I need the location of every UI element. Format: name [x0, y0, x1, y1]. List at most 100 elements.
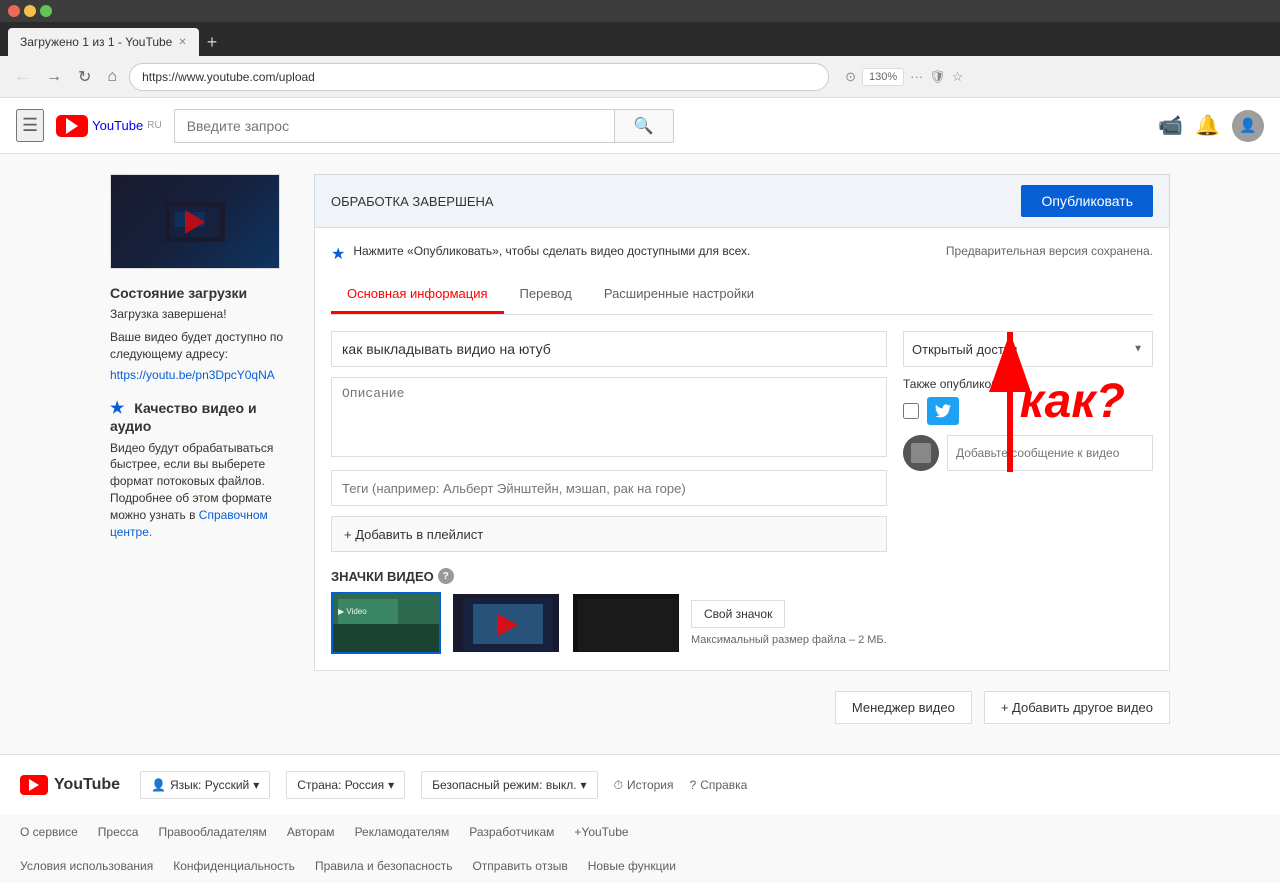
add-video-button[interactable]: + Добавить другое видео: [984, 691, 1170, 724]
address-icons: ⊙ 130% ··· 🛡 ☆: [845, 68, 963, 86]
quality-desc: Видео будут обрабатываться быстрее, если…: [110, 440, 290, 541]
thumbs-row: ▶ Video: [331, 592, 1153, 654]
footer-youtube-icon: [20, 775, 48, 795]
zoom-level: 130%: [862, 68, 904, 86]
reader-icon: ⊙: [845, 69, 856, 85]
preview-saved-text: Предварительная версия сохранена.: [946, 244, 1153, 258]
max-size-text: Максимальный размер файла – 2 МБ.: [691, 634, 887, 646]
address-input[interactable]: [129, 63, 829, 91]
country-chevron-icon: ▾: [388, 778, 394, 792]
footer-link-about[interactable]: О сервисе: [20, 825, 78, 839]
thumbnail-1[interactable]: ▶ Video: [331, 592, 441, 654]
thumbnail-3[interactable]: [571, 592, 681, 654]
history-icon: ⏱: [614, 778, 623, 793]
footer-youtube-logo: YouTube: [20, 775, 120, 795]
upload-link[interactable]: https://youtu.be/pn3DpcY0qNA: [110, 368, 275, 382]
safety-mode-button[interactable]: Безопасный режим: выкл. ▾: [421, 771, 597, 799]
info-star-icon: ★: [331, 244, 345, 264]
tags-input[interactable]: [331, 470, 887, 506]
title-input[interactable]: [331, 331, 887, 367]
form-header: ОБРАБОТКА ЗАВЕРШЕНА Опубликовать: [314, 174, 1170, 227]
footer-terms[interactable]: Условия использования: [20, 859, 153, 873]
footer-link-creators[interactable]: Авторам: [287, 825, 335, 839]
thumb-bg-3: [573, 594, 679, 652]
twitter-checkbox[interactable]: [903, 403, 919, 419]
safety-label: Безопасный режим: выкл.: [432, 778, 576, 792]
footer-feedback[interactable]: Отправить отзыв: [472, 859, 567, 873]
shield-icon: 🛡: [929, 69, 946, 85]
tab-basic-info[interactable]: Основная информация: [331, 276, 504, 314]
lang-chevron-icon: ▾: [253, 778, 259, 792]
twitter-button[interactable]: [927, 397, 959, 425]
info-text: Нажмите «Опубликовать», чтобы сделать ви…: [353, 244, 750, 258]
footer-link-advertise[interactable]: Рекламодателям: [355, 825, 450, 839]
upload-icon-button[interactable]: 📹: [1158, 113, 1183, 138]
country-label: Страна: Россия: [297, 778, 384, 792]
user-avatar[interactable]: 👤: [1232, 110, 1264, 142]
search-input[interactable]: [174, 109, 614, 143]
thumbnail-2[interactable]: [451, 592, 561, 654]
upload-status-title: Состояние загрузки: [110, 285, 290, 301]
youtube-logo[interactable]: YouTubeRU: [56, 115, 162, 137]
footer-policy[interactable]: Правила и безопасность: [315, 859, 453, 873]
upload-done-text: Загрузка завершена!: [110, 307, 290, 321]
tab-translation[interactable]: Перевод: [504, 276, 588, 314]
description-textarea[interactable]: [331, 377, 887, 457]
hamburger-menu[interactable]: ☰: [16, 109, 44, 142]
star-icon[interactable]: ☆: [952, 69, 964, 85]
thumb-bg-2: [453, 594, 559, 652]
quality-title: ★ Качество видео и аудио: [110, 398, 290, 434]
thumbnails-label: ЗНАЧКИ ВИДЕО ?: [331, 568, 1153, 584]
tab-close-icon[interactable]: ✕: [178, 37, 186, 48]
bottom-actions: Менеджер видео + Добавить другое видео: [314, 691, 1170, 724]
search-button[interactable]: 🔍: [614, 109, 674, 143]
youtube-logo-icon: [56, 115, 88, 137]
tab-advanced[interactable]: Расширенные настройки: [588, 276, 770, 314]
help-link[interactable]: ? Справка: [690, 778, 748, 792]
video-manager-button[interactable]: Менеджер видео: [835, 691, 972, 724]
thumbnails-help-icon[interactable]: ?: [438, 568, 454, 584]
footer-link-press[interactable]: Пресса: [98, 825, 139, 839]
footer-privacy[interactable]: Конфиденциальность: [173, 859, 295, 873]
info-row: ★ Нажмите «Опубликовать», чтобы сделать …: [331, 244, 1153, 264]
publish-button[interactable]: Опубликовать: [1021, 185, 1153, 217]
social-avatar: [903, 435, 939, 471]
home-button[interactable]: ⌂: [103, 64, 121, 90]
maximize-dot[interactable]: [40, 5, 52, 17]
language-button[interactable]: 👤 Язык: Русский ▾: [140, 771, 270, 799]
header-icons: 📹 🔔 👤: [1158, 110, 1264, 142]
arrow-annotation: [970, 322, 1050, 485]
form-tabs: Основная информация Перевод Расширенные …: [331, 276, 1153, 315]
search-bar: 🔍: [174, 109, 674, 143]
video-thumbnail: [110, 174, 280, 269]
thumbnails-section: ЗНАЧКИ ВИДЕО ? ▶ Video: [331, 568, 1153, 654]
footer-youtube-text: YouTube: [54, 776, 120, 794]
forward-button[interactable]: →: [42, 64, 66, 90]
active-tab[interactable]: Загружено 1 из 1 - YouTube ✕: [8, 28, 199, 56]
tab-bar: Загружено 1 из 1 - YouTube ✕ +: [0, 22, 1280, 56]
footer-legal-row: Условия использования Конфиденциальность…: [0, 849, 1280, 883]
history-link[interactable]: ⏱ История: [614, 778, 674, 793]
thumb-options: Свой значок Максимальный размер файла – …: [691, 600, 887, 646]
close-dot[interactable]: [8, 5, 20, 17]
tab-title: Загружено 1 из 1 - YouTube: [20, 35, 172, 49]
new-tab-button[interactable]: +: [199, 28, 226, 56]
play-icon: [66, 118, 78, 134]
red-arrow-svg: [970, 322, 1050, 482]
footer-link-developers[interactable]: Разработчикам: [469, 825, 554, 839]
country-button[interactable]: Страна: Россия ▾: [286, 771, 405, 799]
minimize-dot[interactable]: [24, 5, 36, 17]
notifications-button[interactable]: 🔔: [1195, 113, 1220, 138]
refresh-button[interactable]: ↻: [74, 63, 95, 91]
video-panel: Состояние загрузки Загрузка завершена! В…: [110, 174, 290, 724]
footer-link-plus[interactable]: +YouTube: [574, 825, 628, 839]
back-button[interactable]: ←: [10, 64, 34, 90]
footer-new-features[interactable]: Новые функции: [588, 859, 676, 873]
footer-link-copyright[interactable]: Правообладателям: [158, 825, 266, 839]
thumb-bg-1: ▶ Video: [333, 594, 439, 652]
language-label: Язык: Русский: [170, 778, 249, 792]
custom-thumbnail-button[interactable]: Свой значок: [691, 600, 785, 628]
add-playlist-button[interactable]: + Добавить в плейлист: [331, 516, 887, 552]
more-icon[interactable]: ···: [910, 69, 923, 84]
upload-status: Состояние загрузки Загрузка завершена! В…: [110, 285, 290, 382]
